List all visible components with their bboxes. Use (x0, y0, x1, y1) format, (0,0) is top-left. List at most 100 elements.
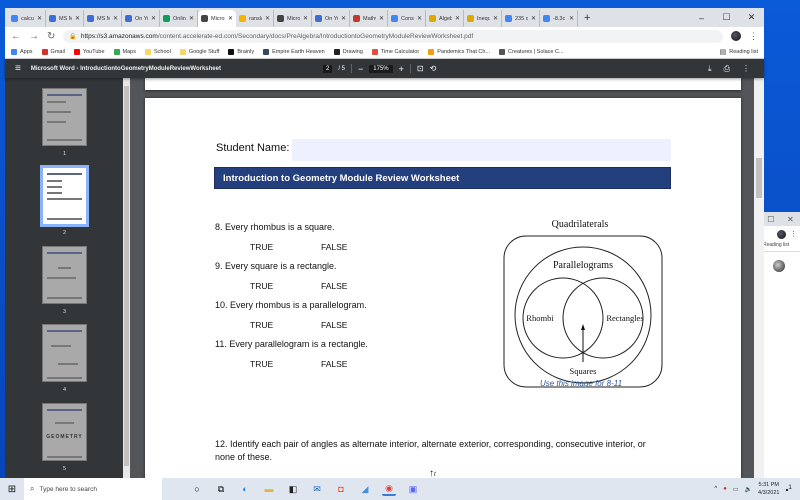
thumbnail-page-1[interactable] (42, 88, 87, 146)
false-option[interactable]: FALSE (321, 320, 347, 330)
background-browser-window[interactable]: ☐ ✕ ⋮ Reading list (760, 212, 800, 478)
chevron-up-icon[interactable]: ^ (714, 486, 717, 492)
browser-tab[interactable]: Algebr✕ (426, 10, 464, 27)
browser-tab[interactable]: Inequal✕ (464, 10, 502, 27)
thumbnail-page-4[interactable] (42, 324, 87, 382)
browser-tab[interactable]: 235 de✕ (502, 10, 540, 27)
taskbar-search[interactable]: ⌕ Type here to search (24, 478, 162, 500)
bookmark-item[interactable]: YouTube (73, 48, 105, 55)
thumbnail-page-5[interactable]: GEOMETRY (42, 403, 87, 461)
minimize-button[interactable]: – (689, 8, 714, 27)
close-tab-icon[interactable]: ✕ (379, 15, 384, 22)
profile-avatar[interactable] (777, 229, 786, 239)
close-tab-icon[interactable]: ✕ (569, 15, 574, 22)
close-tab-icon[interactable]: ✕ (417, 15, 422, 22)
bookmark-item[interactable]: Time Calculator (371, 48, 419, 55)
hamburger-menu-icon[interactable]: ≡ (15, 63, 21, 74)
address-bar[interactable]: 🔒 https://s3.amazonaws.com/content.accel… (63, 29, 723, 43)
bookmark-item[interactable]: Pandemics That Ch... (428, 48, 490, 55)
discord-icon[interactable]: ▣ (406, 482, 420, 496)
forward-arrow-icon[interactable]: → (29, 31, 39, 42)
false-option[interactable]: FALSE (321, 281, 347, 291)
more-options-icon[interactable]: ⋮ (742, 64, 750, 74)
browser-tab[interactable]: Consec✕ (388, 10, 426, 27)
reload-icon[interactable]: ↻ (47, 31, 55, 42)
cortana-icon[interactable]: ○ (190, 482, 204, 496)
profile-avatar[interactable] (731, 31, 741, 41)
volume-icon[interactable]: 🔈 (745, 486, 752, 493)
close-tab-icon[interactable]: ✕ (75, 15, 80, 22)
page-number-input[interactable]: 2 (323, 64, 333, 73)
browser-tab[interactable]: calculat✕ (8, 10, 46, 27)
app-icon[interactable]: ◢ (358, 482, 372, 496)
notification-icon[interactable]: ▪1 (785, 484, 792, 495)
browser-tab[interactable]: -8.3c t✕ (540, 10, 578, 27)
zoom-in-button[interactable]: + (399, 64, 404, 74)
network-icon[interactable]: ● (723, 486, 727, 492)
close-tab-icon[interactable]: ✕ (37, 15, 42, 22)
edge-icon[interactable]: ◐ (238, 482, 252, 496)
windows-start-icon[interactable]: ⊞ (0, 478, 24, 500)
bookmark-item[interactable]: Empire Earth Heaven (263, 48, 325, 55)
back-arrow-icon[interactable]: ← (11, 31, 21, 42)
main-scrollbar[interactable] (754, 78, 764, 478)
thumbnail-page-3[interactable] (42, 246, 87, 304)
sidebar-scrollbar[interactable] (123, 78, 130, 478)
mail-icon[interactable]: ✉ (310, 482, 324, 496)
office-icon[interactable]: ◘ (334, 482, 348, 496)
close-tab-icon[interactable]: ✕ (265, 15, 270, 22)
thumbnail-page-2[interactable] (40, 165, 89, 227)
menu-dots-icon[interactable]: ⋮ (749, 31, 758, 42)
bookmark-item[interactable]: Google Stuff (179, 48, 219, 55)
browser-tab[interactable]: On You✕ (312, 10, 350, 27)
true-option[interactable]: TRUE (250, 242, 273, 252)
close-button[interactable]: ✕ (739, 8, 764, 27)
true-option[interactable]: TRUE (250, 320, 273, 330)
zoom-level-input[interactable]: 175% (369, 64, 393, 73)
false-option[interactable]: FALSE (321, 359, 347, 369)
true-option[interactable]: TRUE (250, 359, 273, 369)
bookmark-item[interactable]: Drawing (333, 48, 363, 55)
close-tab-icon[interactable]: ✕ (228, 15, 233, 22)
browser-tab[interactable]: ranslati✕ (236, 10, 274, 27)
browser-tab[interactable]: MS Ma✕ (46, 10, 84, 27)
file-explorer-icon[interactable]: ▬ (262, 482, 276, 496)
close-tab-icon[interactable]: ✕ (113, 15, 118, 22)
rotate-icon[interactable]: ⟲ (430, 64, 437, 73)
bookmark-item[interactable]: Creatures | Solace C... (499, 48, 564, 55)
browser-tab[interactable]: Mathw✕ (350, 10, 388, 27)
close-tab-icon[interactable]: ✕ (151, 15, 156, 22)
browser-tab[interactable]: Online✕ (160, 10, 198, 27)
new-tab-button[interactable]: + (578, 12, 596, 24)
menu-dots-icon[interactable]: ⋮ (790, 230, 797, 238)
close-tab-icon[interactable]: ✕ (531, 15, 536, 22)
browser-tab[interactable]: On You✕ (122, 10, 160, 27)
store-icon[interactable]: ◧ (286, 482, 300, 496)
close-tab-icon[interactable]: ✕ (341, 15, 346, 22)
browser-tab[interactable]: MS Ma✕ (84, 10, 122, 27)
bookmark-item[interactable]: Brainly (228, 48, 254, 55)
browser-tab[interactable]: Microso✕ (274, 10, 312, 27)
download-icon[interactable]: ⤓ (708, 64, 712, 74)
browser-tab[interactable]: Microso✕ (198, 10, 236, 27)
bookmark-item[interactable]: Gmail (41, 48, 65, 55)
maximize-button[interactable]: ☐ (714, 8, 739, 27)
fit-page-icon[interactable]: ⊡ (417, 64, 424, 73)
bookmark-item[interactable]: Maps (113, 48, 136, 55)
student-name-field[interactable] (292, 139, 671, 161)
chrome-icon[interactable]: ◉ (382, 482, 396, 496)
zoom-out-button[interactable]: − (358, 64, 363, 74)
close-icon[interactable]: ✕ (787, 215, 794, 224)
reading-list-button[interactable]: Reading list (761, 242, 800, 252)
display-icon[interactable]: ▭ (733, 486, 739, 493)
print-icon[interactable]: ⎙ (724, 64, 730, 74)
clock[interactable]: 5:31 PM 4/3/2021 (758, 481, 779, 497)
close-tab-icon[interactable]: ✕ (455, 15, 460, 22)
true-option[interactable]: TRUE (250, 281, 273, 291)
bookmark-item[interactable]: School (145, 48, 171, 55)
bookmark-item[interactable]: Apps (11, 48, 33, 55)
maximize-icon[interactable]: ☐ (767, 215, 774, 224)
close-tab-icon[interactable]: ✕ (303, 15, 308, 22)
close-tab-icon[interactable]: ✕ (189, 15, 194, 22)
close-tab-icon[interactable]: ✕ (493, 15, 498, 22)
